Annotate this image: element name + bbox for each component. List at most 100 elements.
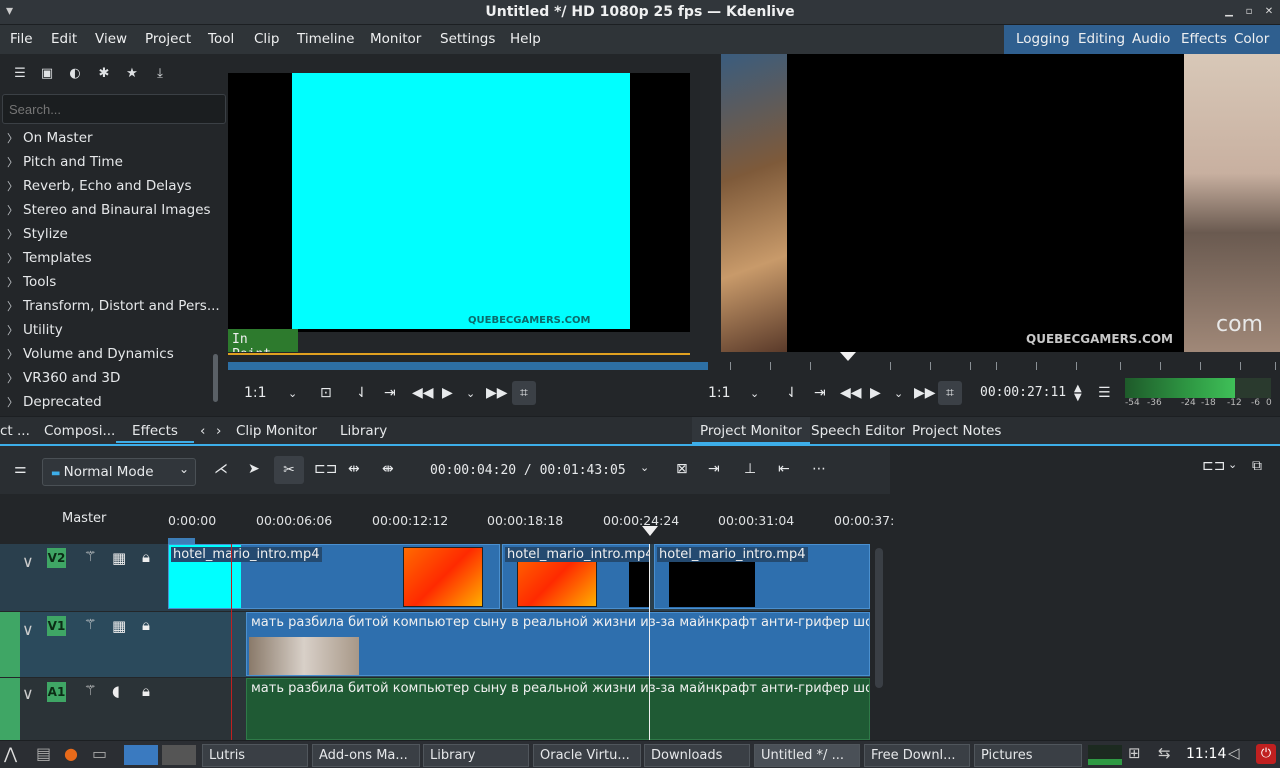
menu-file[interactable]: File	[10, 31, 33, 47]
chevron-down-icon[interactable]: ⌄	[1228, 458, 1237, 471]
rewind-icon[interactable]: ◀◀	[412, 385, 434, 401]
list-icon[interactable]: ☰	[12, 66, 28, 82]
favorites-icon[interactable]: ★	[124, 66, 140, 82]
chevron-down-icon[interactable]: ⌄	[466, 387, 475, 400]
timeline-ruler[interactable]: Master 0:00:00 00:00:06:06 00:00:12:12 0…	[0, 494, 894, 544]
timeline-vertical-scrollbar[interactable]	[875, 548, 883, 688]
spacer-tool-icon[interactable]: ⋌	[214, 461, 228, 477]
tree-item-deprecated[interactable]: 〉 Deprecated	[0, 391, 206, 415]
timeline-clip[interactable]: hotel_mario_intro.mp4	[168, 544, 500, 609]
tab-clip-monitor[interactable]: Clip Monitor	[236, 423, 317, 439]
track-header-v1[interactable]: ∨ V1 ⚚ ▦ 🔒︎	[0, 612, 168, 677]
tab-project-notes[interactable]: Project Notes	[912, 423, 1001, 439]
layout-audio[interactable]: Audio	[1132, 31, 1170, 47]
film-icon[interactable]: ▦	[112, 549, 126, 567]
razor-tool-icon[interactable]: ✂	[274, 456, 304, 484]
tab-effects[interactable]: Effects	[116, 417, 194, 443]
roll-tool-icon[interactable]: ⇼	[382, 461, 394, 477]
tree-item-templates[interactable]: 〉 Templates	[0, 247, 206, 271]
menu-edit[interactable]: Edit	[51, 31, 77, 47]
menu-clip[interactable]: Clip	[254, 31, 280, 47]
insert-icon[interactable]: ⇥	[708, 461, 720, 477]
track-lane-v1[interactable]: мать разбила битой компьютер сыну в реал…	[168, 612, 870, 677]
menu-project[interactable]: Project	[145, 31, 191, 47]
crop-icon[interactable]: ⌗	[938, 381, 962, 405]
menu-timeline[interactable]: Timeline	[297, 31, 354, 47]
layout-color[interactable]: Color	[1234, 31, 1269, 47]
layout-editing[interactable]: Editing	[1078, 31, 1125, 47]
forward-icon[interactable]: ▶▶	[914, 385, 936, 401]
timeline-clip[interactable]: мать разбила битой компьютер сыну в реал…	[246, 612, 870, 676]
chevron-down-icon[interactable]: ⌄	[288, 387, 297, 400]
effect-wand-icon[interactable]: ⚚	[84, 549, 97, 565]
timeline-clip[interactable]: hotel_mario_intro.mp4	[654, 544, 870, 609]
switch-user-icon[interactable]: ⇆	[1158, 744, 1171, 762]
timeline-audio-clip[interactable]: мать разбила битой компьютер сыну в реал…	[246, 678, 870, 740]
volume-icon[interactable]: ◁	[1228, 744, 1240, 762]
undock-icon[interactable]: ⧉	[1252, 458, 1262, 474]
clip-monitor-frame[interactable]: QUEBECGAMERS.COM	[228, 73, 690, 332]
taskbar-item-downloads[interactable]: Downloads	[644, 744, 750, 767]
taskbar-item-free-downloader[interactable]: Free Downl...	[864, 744, 970, 767]
timeline-playhead-marker[interactable]	[642, 526, 658, 536]
project-monitor-frame[interactable]: QUEBECGAMERS.COM com	[721, 54, 1280, 352]
tree-item-volume[interactable]: 〉 Volume and Dynamics	[0, 343, 206, 367]
close-icon[interactable]: ✕	[1262, 5, 1276, 19]
tab-project-monitor[interactable]: Project Monitor	[692, 417, 810, 444]
taskbar-item-kdenlive[interactable]: Untitled */ ...	[754, 744, 860, 767]
taskbar-item-addons[interactable]: Add-ons Ma...	[312, 744, 420, 767]
slip-tool-icon[interactable]: ⊏⊐	[314, 461, 337, 477]
project-timecode[interactable]: 00:00:27:11	[980, 385, 1066, 400]
hamburger-menu-icon[interactable]: ☰	[1098, 385, 1111, 401]
play-icon[interactable]: ▶	[442, 385, 453, 401]
download-icon[interactable]: ⤓	[152, 66, 168, 82]
taskbar-item-lutris[interactable]: Lutris	[202, 744, 308, 767]
tree-item-reverb[interactable]: 〉 Reverb, Echo and Delays	[0, 175, 206, 199]
terminal-icon[interactable]: ▭	[92, 744, 107, 763]
settings-sliders-icon[interactable]: ⚌	[14, 461, 27, 477]
collapse-icon[interactable]: ∨	[22, 684, 34, 703]
edit-mode-select[interactable]: ▬ Normal Mode ⌄	[42, 458, 196, 486]
effects-scrollbar[interactable]	[213, 354, 218, 402]
minimize-icon[interactable]: ▁	[1222, 5, 1236, 19]
layout-effects[interactable]: Effects	[1181, 31, 1227, 47]
clip-zoom-select[interactable]: 1:1	[244, 385, 267, 401]
play-icon[interactable]: ▶	[870, 385, 881, 401]
chevron-left-icon[interactable]: ‹	[200, 423, 205, 439]
select-tool-icon[interactable]: ➤	[248, 461, 260, 477]
menu-view[interactable]: View	[95, 31, 127, 47]
tab-speech-editor[interactable]: Speech Editor	[811, 423, 905, 439]
layout-logging[interactable]: Logging	[1016, 31, 1070, 47]
ripple-tool-icon[interactable]: ⇹	[348, 461, 360, 477]
lock-icon[interactable]: 🔒︎	[142, 548, 150, 566]
clip-monitor[interactable]: QUEBECGAMERS.COM In Point	[228, 54, 690, 362]
project-monitor-ruler[interactable]	[690, 352, 1280, 372]
film-icon[interactable]: ▦	[112, 617, 126, 635]
lock-icon[interactable]: 🔒︎	[142, 682, 150, 700]
insert-zone-icon[interactable]: ⊡	[320, 385, 332, 401]
tree-item-on-master[interactable]: 〉 On Master	[0, 127, 206, 151]
desktop-pager[interactable]	[124, 745, 158, 765]
video-effects-icon[interactable]: ▣	[39, 66, 55, 82]
menu-settings[interactable]: Settings	[440, 31, 495, 47]
tree-item-tools[interactable]: 〉 Tools	[0, 271, 206, 295]
power-icon[interactable]: ⏻	[1256, 744, 1276, 764]
network-icon[interactable]: ⊞	[1128, 744, 1141, 762]
rewind-icon[interactable]: ◀◀	[840, 385, 862, 401]
forward-icon[interactable]: ▶▶	[486, 385, 508, 401]
track-header-v2[interactable]: ∨ V2 ⚚ ▦ 🔒︎	[0, 544, 168, 611]
timeline-clip[interactable]: hotel_mario_intro.mp4	[502, 544, 650, 609]
timeline-timecode[interactable]: 00:00:04:20 / 00:01:43:05	[430, 463, 626, 478]
lift-icon[interactable]: ⋯	[812, 461, 826, 477]
maximize-icon[interactable]: ▫	[1242, 5, 1256, 19]
overlay-icon[interactable]: ⊠	[676, 461, 688, 477]
tab-library[interactable]: Library	[340, 423, 387, 439]
overwrite-icon[interactable]: ⊥	[744, 461, 756, 477]
desktop-pager-2[interactable]	[162, 745, 196, 765]
set-in-icon[interactable]: ⇃	[786, 385, 798, 401]
extract-icon[interactable]: ⇤	[778, 461, 790, 477]
project-monitor[interactable]: QUEBECGAMERS.COM com	[690, 54, 1280, 352]
set-in-icon[interactable]: ⇃	[356, 385, 368, 401]
clip-monitor-ruler[interactable]	[228, 352, 708, 372]
file-manager-icon[interactable]: ▤	[36, 744, 51, 763]
